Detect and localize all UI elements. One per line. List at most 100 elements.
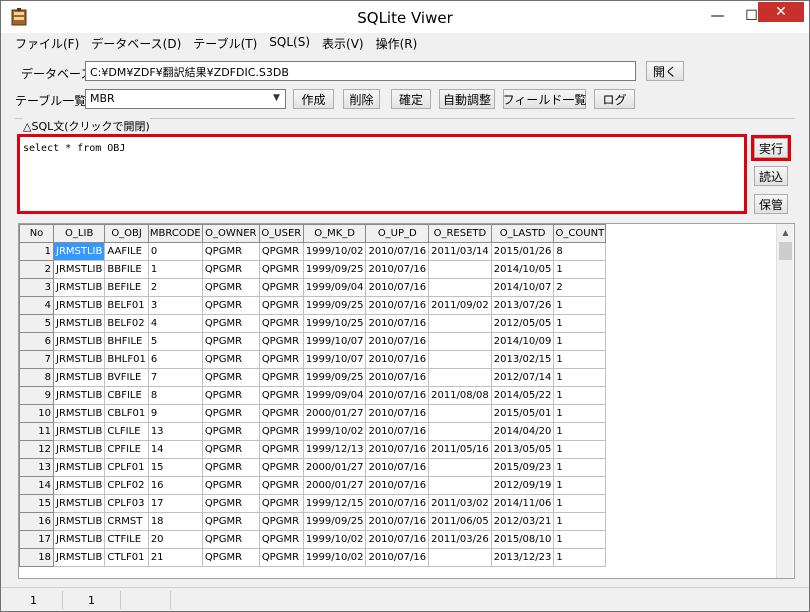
table-cell[interactable]: 5: [147, 332, 203, 351]
result-grid[interactable]: No O_LIB O_OBJ MBRCODE O_OWNER O_USER O_MK_D O_…: [18, 223, 795, 579]
row-number[interactable]: 18: [19, 548, 54, 567]
minimize-button[interactable]: —: [702, 1, 733, 31]
column-header-o-obj[interactable]: O_OBJ: [104, 224, 149, 243]
table-cell[interactable]: QPGMR: [201, 404, 260, 423]
table-cell[interactable]: BBFILE: [104, 260, 149, 279]
table-cell[interactable]: 2010/07/16: [365, 494, 430, 513]
table-cell[interactable]: 2014/11/06: [490, 494, 555, 513]
table-cell[interactable]: QPGMR: [258, 350, 304, 369]
table-row[interactable]: 1 JRMSTLIB AAFILE 0 QPGMR QPGMR 1999/10/02 2010…: [19, 242, 607, 261]
table-cell[interactable]: QPGMR: [201, 260, 260, 279]
table-row[interactable]: 15 JRMSTLIB CPLF03 17 QPGMR QPGMR 1999/12/15 20…: [19, 494, 607, 513]
table-cell[interactable]: QPGMR: [201, 296, 260, 315]
table-cell[interactable]: BHLF01: [104, 350, 149, 369]
table-cell[interactable]: 2010/07/16: [365, 386, 430, 405]
row-number[interactable]: 1: [19, 242, 54, 261]
column-header-o-lastd[interactable]: O_LASTD: [490, 224, 555, 243]
table-cell[interactable]: [428, 548, 492, 567]
table-row[interactable]: 18 JRMSTLIB CTLF01 21 QPGMR QPGMR 1999/10/02 20…: [19, 548, 607, 567]
table-select[interactable]: MBR ▼: [85, 89, 286, 109]
table-cell[interactable]: QPGMR: [258, 440, 304, 459]
table-cell[interactable]: 6: [147, 350, 203, 369]
table-cell[interactable]: 7: [147, 368, 203, 387]
table-cell[interactable]: 1: [553, 350, 607, 369]
table-cell[interactable]: 1: [553, 530, 607, 549]
table-cell[interactable]: [428, 476, 492, 495]
table-cell[interactable]: [428, 314, 492, 333]
table-row[interactable]: 2 JRMSTLIB BBFILE 1 QPGMR QPGMR 1999/09/25 2010…: [19, 260, 607, 279]
table-cell[interactable]: 20: [147, 530, 203, 549]
field-list-button[interactable]: フィールド一覧: [503, 89, 586, 109]
table-cell[interactable]: QPGMR: [201, 314, 260, 333]
table-cell[interactable]: 1: [147, 260, 203, 279]
table-cell[interactable]: BELF02: [104, 314, 149, 333]
table-cell[interactable]: 16: [147, 476, 203, 495]
table-cell[interactable]: JRMSTLIB: [52, 278, 106, 297]
table-cell[interactable]: 1: [553, 386, 607, 405]
table-row[interactable]: 3 JRMSTLIB BEFILE 2 QPGMR QPGMR 1999/09/04 2010…: [19, 278, 607, 297]
table-cell[interactable]: 2015/05/01: [490, 404, 555, 423]
table-cell[interactable]: JRMSTLIB: [52, 332, 106, 351]
table-cell[interactable]: 2010/07/16: [365, 548, 430, 567]
table-cell[interactable]: QPGMR: [258, 476, 304, 495]
table-cell[interactable]: CRMST: [104, 512, 149, 531]
table-row[interactable]: 5 JRMSTLIB BELF02 4 QPGMR QPGMR 1999/10/25 2010…: [19, 314, 607, 333]
table-cell[interactable]: JRMSTLIB: [52, 404, 106, 423]
table-cell[interactable]: 2000/01/27: [302, 458, 367, 477]
column-header-o-mk-d[interactable]: O_MK_D: [302, 224, 367, 243]
table-cell[interactable]: 1999/10/02: [302, 242, 367, 261]
table-cell[interactable]: 1999/10/02: [302, 422, 367, 441]
menu-sql[interactable]: SQL(S): [263, 33, 316, 53]
table-cell[interactable]: 2010/07/16: [365, 332, 430, 351]
table-cell[interactable]: [428, 404, 492, 423]
table-row[interactable]: 17 JRMSTLIB CTFILE 20 QPGMR QPGMR 1999/10/02 20…: [19, 530, 607, 549]
table-cell[interactable]: 2014/04/20: [490, 422, 555, 441]
scroll-up-icon[interactable]: ▲: [777, 224, 794, 241]
table-cell[interactable]: 2014/05/22: [490, 386, 555, 405]
menu-view[interactable]: 表示(V): [316, 33, 370, 53]
menu-table[interactable]: テーブル(T): [187, 33, 263, 53]
table-cell[interactable]: JRMSTLIB: [52, 494, 106, 513]
table-cell[interactable]: QPGMR: [258, 368, 304, 387]
row-number[interactable]: 17: [19, 530, 54, 549]
row-number[interactable]: 6: [19, 332, 54, 351]
table-cell[interactable]: 2: [553, 278, 607, 297]
table-cell[interactable]: 2015/09/23: [490, 458, 555, 477]
row-number[interactable]: 14: [19, 476, 54, 495]
table-row[interactable]: 11 JRMSTLIB CLFILE 13 QPGMR QPGMR 1999/10/02 20…: [19, 422, 607, 441]
table-cell[interactable]: 1: [553, 296, 607, 315]
table-cell[interactable]: JRMSTLIB: [52, 422, 106, 441]
table-cell[interactable]: CPLF03: [104, 494, 149, 513]
table-cell[interactable]: JRMSTLIB: [52, 440, 106, 459]
menu-operation[interactable]: 操作(R): [370, 33, 424, 53]
table-row[interactable]: 7 JRMSTLIB BHLF01 6 QPGMR QPGMR 1999/10/07 2010…: [19, 350, 607, 369]
table-cell[interactable]: QPGMR: [201, 548, 260, 567]
table-cell[interactable]: [428, 278, 492, 297]
table-cell[interactable]: BELF01: [104, 296, 149, 315]
open-button[interactable]: 開く: [646, 61, 684, 81]
table-cell[interactable]: BEFILE: [104, 278, 149, 297]
table-cell[interactable]: 2013/12/23: [490, 548, 555, 567]
table-cell[interactable]: 2013/05/05: [490, 440, 555, 459]
table-row[interactable]: 8 JRMSTLIB BVFILE 7 QPGMR QPGMR 1999/09/25 2010…: [19, 368, 607, 387]
table-cell[interactable]: CBLF01: [104, 404, 149, 423]
table-cell[interactable]: 2010/07/16: [365, 296, 430, 315]
row-number[interactable]: 3: [19, 278, 54, 297]
table-cell[interactable]: 2011/03/14: [428, 242, 492, 261]
table-cell[interactable]: 1: [553, 458, 607, 477]
title-bar[interactable]: SQLite Viwer — ☐ ✕: [1, 1, 809, 33]
table-cell[interactable]: CBFILE: [104, 386, 149, 405]
table-cell[interactable]: JRMSTLIB: [52, 260, 106, 279]
table-cell[interactable]: 1: [553, 548, 607, 567]
table-cell[interactable]: QPGMR: [258, 422, 304, 441]
table-cell[interactable]: 1999/09/25: [302, 260, 367, 279]
table-cell[interactable]: QPGMR: [258, 242, 304, 261]
table-cell[interactable]: 2011/06/05: [428, 512, 492, 531]
table-cell[interactable]: JRMSTLIB: [52, 296, 106, 315]
table-cell[interactable]: 1: [553, 332, 607, 351]
table-cell[interactable]: 4: [147, 314, 203, 333]
table-cell[interactable]: CTFILE: [104, 530, 149, 549]
table-cell[interactable]: 9: [147, 404, 203, 423]
table-row[interactable]: 14 JRMSTLIB CPLF02 16 QPGMR QPGMR 2000/01/27 20…: [19, 476, 607, 495]
table-cell[interactable]: [428, 260, 492, 279]
